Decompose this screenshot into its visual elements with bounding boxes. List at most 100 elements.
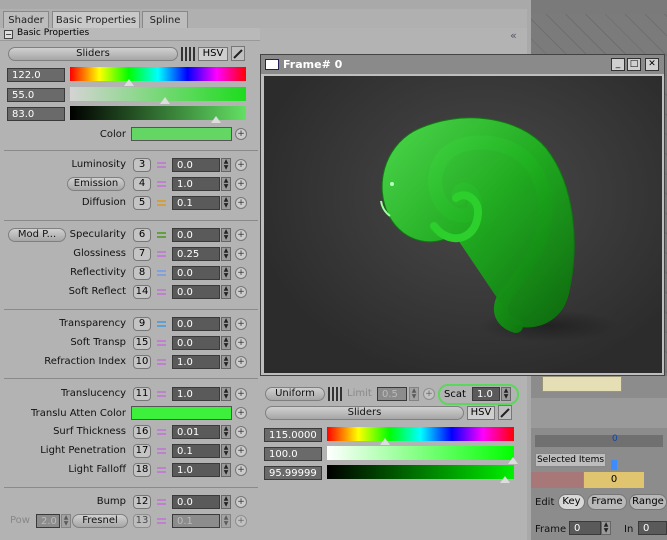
soft-transp-field[interactable]: 0.0 (172, 336, 220, 350)
value-spin[interactable]: ▲ ▼ (221, 425, 231, 439)
bump-field[interactable]: 0.0 (172, 495, 220, 509)
key-tab[interactable]: Key (558, 494, 585, 510)
envelope-icon[interactable] (157, 447, 166, 456)
trans-sliders-button[interactable]: Sliders (265, 406, 464, 420)
value-spin[interactable]: ▲ ▼ (221, 285, 231, 299)
soft-reflect-field[interactable]: 0.0 (172, 285, 220, 299)
channel-index-button[interactable]: 16 (133, 425, 151, 439)
value-spin[interactable]: ▲ ▼ (221, 228, 231, 242)
trans-hue-slider[interactable] (327, 427, 514, 441)
specularity-field[interactable]: 0.0 (172, 228, 220, 242)
envelope-icon[interactable] (157, 498, 166, 507)
value-spin[interactable]: ▲ ▼ (221, 266, 231, 280)
double-chevron-icon[interactable]: « (510, 29, 517, 42)
section-header[interactable]: − Basic Properties (0, 28, 260, 41)
plus-button[interactable]: + (235, 356, 247, 368)
channel-index-button[interactable]: 6 (133, 228, 151, 242)
trans-saturation-field[interactable]: 100.0 (264, 447, 322, 461)
value-spin[interactable]: ▲ ▼ (221, 177, 231, 191)
plus-button[interactable]: + (235, 159, 247, 171)
refraction-index-field[interactable]: 1.0 (172, 355, 220, 369)
envelope-icon[interactable] (157, 339, 166, 348)
luminosity-field[interactable]: 0.0 (172, 158, 220, 172)
trans-value-field[interactable]: 95.99999 (264, 466, 322, 480)
light-falloff-field[interactable]: 1.0 (172, 463, 220, 477)
minimize-icon[interactable]: _ (611, 58, 625, 71)
limit-plus-button[interactable]: + (423, 388, 435, 400)
scat-spin[interactable]: ▲ ▼ (501, 387, 511, 401)
plus-button[interactable]: + (235, 229, 247, 241)
value-spin[interactable]: ▲ ▼ (221, 444, 231, 458)
sliders-button[interactable]: Sliders (8, 47, 178, 61)
transparency-field[interactable]: 0.0 (172, 317, 220, 331)
plus-button[interactable]: + (235, 286, 247, 298)
value-field[interactable]: 83.0 (7, 107, 65, 121)
surf-thickness-field[interactable]: 0.01 (172, 425, 220, 439)
hsv-mode[interactable]: HSV (198, 47, 228, 61)
channel-index-button[interactable]: 4 (133, 177, 151, 191)
envelope-icon[interactable] (157, 250, 166, 259)
plus-button[interactable]: + (235, 445, 247, 457)
value-spin[interactable]: ▲ ▼ (221, 158, 231, 172)
channel-index-button[interactable]: 5 (133, 196, 151, 210)
limit-field[interactable]: 0.5 (377, 387, 407, 401)
plus-button[interactable]: + (235, 496, 247, 508)
glossiness-field[interactable]: 0.25 (172, 247, 220, 261)
close-icon[interactable]: ✕ (645, 58, 659, 71)
saturation-field[interactable]: 55.0 (7, 88, 65, 102)
palette-icon[interactable] (181, 47, 195, 61)
translu-atten-plus-button[interactable]: + (235, 407, 247, 419)
envelope-icon[interactable] (157, 390, 166, 399)
value-spin[interactable]: ▲ ▼ (221, 514, 231, 528)
trans-saturation-thumb[interactable] (508, 457, 518, 464)
plus-button[interactable]: + (235, 464, 247, 476)
envelope-icon[interactable] (157, 358, 166, 367)
frame-tab[interactable]: Frame (587, 494, 627, 510)
value-spin[interactable]: ▲ ▼ (221, 247, 231, 261)
channel-index-button[interactable]: 18 (133, 463, 151, 477)
channel-index-button[interactable]: 15 (133, 336, 151, 350)
channel-index-button[interactable]: 9 (133, 317, 151, 331)
eyedropper-icon[interactable] (231, 46, 245, 61)
uniform-button[interactable]: Uniform (265, 387, 325, 401)
collapse-icon[interactable]: − (4, 30, 13, 39)
plus-button[interactable]: + (235, 426, 247, 438)
tab-spline[interactable]: Spline (142, 11, 188, 28)
fresnel-field[interactable]: 0.1 (172, 514, 220, 528)
timeline-key[interactable]: 0 (584, 472, 644, 488)
timeline-ruler[interactable] (535, 435, 663, 447)
plus-button[interactable]: + (235, 178, 247, 190)
emission-button[interactable]: Emission (67, 177, 125, 191)
translucency-field[interactable]: 1.0 (172, 387, 220, 401)
plus-button[interactable]: + (235, 318, 247, 330)
hue-thumb[interactable] (124, 79, 134, 86)
translu-atten-color-swatch[interactable] (131, 406, 232, 420)
light-penetration-field[interactable]: 0.1 (172, 444, 220, 458)
frame-spin[interactable]: ▲ ▼ (601, 521, 611, 535)
eyedropper-icon[interactable] (498, 405, 512, 420)
fresnel-button[interactable]: Fresnel (72, 514, 128, 528)
value-spin[interactable]: ▲ ▼ (221, 463, 231, 477)
pow-spin[interactable]: ▲ ▼ (61, 514, 71, 528)
maximize-icon[interactable]: □ (627, 58, 641, 71)
trans-hue-field[interactable]: 115.0000 (264, 428, 322, 442)
value-spin[interactable]: ▲ ▼ (221, 336, 231, 350)
envelope-icon[interactable] (157, 180, 166, 189)
trans-value-slider[interactable] (327, 465, 514, 479)
envelope-icon[interactable] (157, 288, 166, 297)
palette-icon[interactable] (328, 387, 342, 401)
item-box[interactable] (542, 376, 622, 392)
emission-field[interactable]: 1.0 (172, 177, 220, 191)
pow-field[interactable]: 2.0 (36, 514, 60, 528)
envelope-icon[interactable] (157, 428, 166, 437)
value-spin[interactable]: ▲ ▼ (221, 196, 231, 210)
scat-field[interactable]: 1.0 (472, 387, 500, 401)
channel-index-button[interactable]: 12 (133, 495, 151, 509)
saturation-thumb[interactable] (160, 97, 170, 104)
color-plus-button[interactable]: + (235, 128, 247, 140)
value-spin[interactable]: ▲ ▼ (221, 387, 231, 401)
color-swatch[interactable] (131, 127, 232, 141)
frame-field[interactable]: 0 (569, 521, 601, 535)
plus-button[interactable]: + (235, 248, 247, 260)
value-thumb[interactable] (211, 116, 221, 123)
